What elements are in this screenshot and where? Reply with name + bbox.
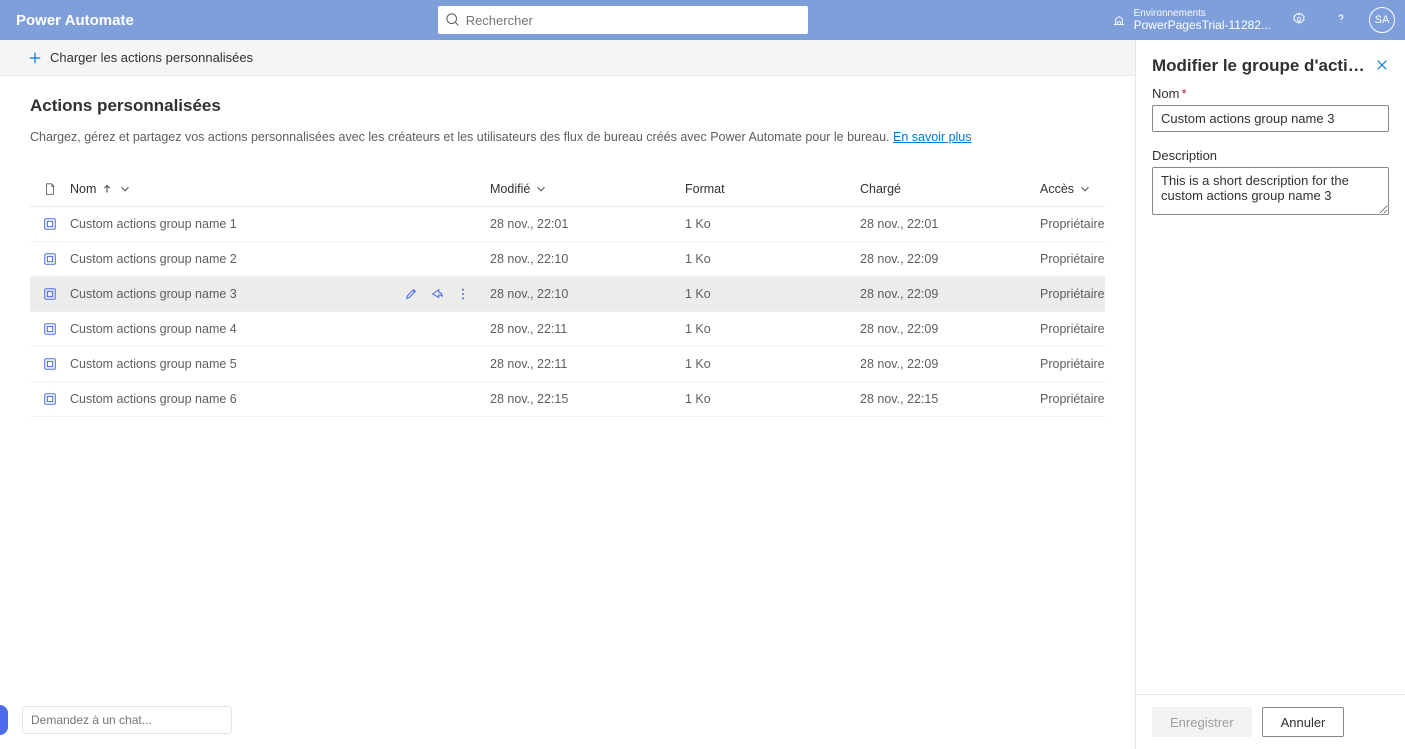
chevron-down-icon [1078,182,1092,196]
row-format: 1 Ko [685,392,860,406]
column-header-modified[interactable]: Modifié [490,182,685,196]
help-button[interactable] [1327,6,1355,34]
more-row-button[interactable] [456,287,470,301]
row-access: Propriétaire [1040,252,1105,266]
page-title: Actions personnalisées [30,96,1105,116]
row-modified: 28 nov., 22:10 [490,252,685,266]
environment-name: PowerPagesTrial-11282... [1134,19,1271,32]
gear-icon [1292,12,1306,29]
row-format: 1 Ko [685,217,860,231]
edit-row-button[interactable] [404,287,418,301]
learn-more-link[interactable]: En savoir plus [893,130,972,144]
user-avatar[interactable]: SA [1369,7,1395,33]
column-header-loaded[interactable]: Chargé [860,182,1040,196]
row-name: Custom actions group name 5 [70,357,237,371]
row-access: Propriétaire [1040,287,1105,301]
column-header-name[interactable]: Nom [70,182,490,196]
row-name: Custom actions group name 6 [70,392,237,406]
row-modified: 28 nov., 22:11 [490,357,685,371]
environment-picker[interactable]: Environnements PowerPagesTrial-11282... [1112,8,1271,32]
actions-group-icon [30,252,70,266]
app-header: Power Automate Environnements PowerPages… [0,0,1405,40]
actions-group-icon [30,322,70,336]
search-input[interactable] [466,13,800,28]
actions-group-icon [30,217,70,231]
row-format: 1 Ko [685,357,860,371]
description-field-label: Description [1152,148,1389,163]
row-format: 1 Ko [685,252,860,266]
row-loaded: 28 nov., 22:15 [860,392,1040,406]
command-bar: Charger les actions personnalisées [0,40,1135,76]
row-modified: 28 nov., 22:11 [490,322,685,336]
environment-label: Environnements [1134,8,1271,19]
share-row-button[interactable] [430,287,444,301]
chevron-down-icon [534,182,548,196]
row-modified: 28 nov., 22:01 [490,217,685,231]
description-field-textarea[interactable] [1152,167,1389,215]
row-name: Custom actions group name 4 [70,322,237,336]
actions-group-icon [30,392,70,406]
row-loaded: 28 nov., 22:09 [860,287,1040,301]
column-header-access[interactable]: Accès [1040,182,1105,196]
actions-group-icon [30,357,70,371]
app-title: Power Automate [10,12,134,29]
row-name: Custom actions group name 1 [70,217,237,231]
cancel-button[interactable]: Annuler [1262,707,1345,737]
row-loaded: 28 nov., 22:01 [860,217,1040,231]
row-access: Propriétaire [1040,392,1105,406]
row-loaded: 28 nov., 22:09 [860,357,1040,371]
load-actions-label: Charger les actions personnalisées [50,50,253,65]
environment-icon [1112,13,1126,27]
row-loaded: 28 nov., 22:09 [860,322,1040,336]
edit-panel: Modifier le groupe d'actions... Nom* Des… [1135,40,1405,749]
search-icon [446,13,460,27]
save-button: Enregistrer [1152,707,1252,737]
table-row[interactable]: Custom actions group name 1 28 nov., 22:… [30,207,1105,242]
row-format: 1 Ko [685,322,860,336]
column-header-format[interactable]: Format [685,182,860,196]
table-row[interactable]: Custom actions group name 2 28 nov., 22:… [30,242,1105,277]
row-access: Propriétaire [1040,217,1105,231]
panel-title: Modifier le groupe d'actions... [1152,56,1375,76]
file-type-column-icon [30,182,70,196]
table-row[interactable]: Custom actions group name 3 28 nov., 22:… [30,277,1105,312]
row-access: Propriétaire [1040,322,1105,336]
copilot-chat-input[interactable] [22,706,232,734]
table-header: Nom Modifié [30,172,1105,207]
row-name: Custom actions group name 2 [70,252,237,266]
row-access: Propriétaire [1040,357,1105,371]
help-icon [1334,12,1348,29]
name-field-input[interactable] [1152,105,1389,132]
sort-ascending-icon [100,182,114,196]
row-modified: 28 nov., 22:10 [490,287,685,301]
chevron-down-icon [118,182,132,196]
close-icon [1375,58,1389,75]
row-loaded: 28 nov., 22:09 [860,252,1040,266]
row-format: 1 Ko [685,287,860,301]
name-field-label: Nom* [1152,86,1389,101]
settings-button[interactable] [1285,6,1313,34]
page-description: Chargez, gérez et partagez vos actions p… [30,130,1105,144]
copilot-bubble[interactable] [0,705,8,735]
load-actions-button[interactable]: Charger les actions personnalisées [22,46,259,69]
actions-group-icon [30,287,70,301]
table-row[interactable]: Custom actions group name 6 28 nov., 22:… [30,382,1105,417]
table-row[interactable]: Custom actions group name 4 28 nov., 22:… [30,312,1105,347]
row-modified: 28 nov., 22:15 [490,392,685,406]
panel-close-button[interactable] [1375,58,1389,75]
row-name: Custom actions group name 3 [70,287,237,301]
table-row[interactable]: Custom actions group name 5 28 nov., 22:… [30,347,1105,382]
search-box[interactable] [438,6,808,34]
plus-icon [28,51,42,65]
